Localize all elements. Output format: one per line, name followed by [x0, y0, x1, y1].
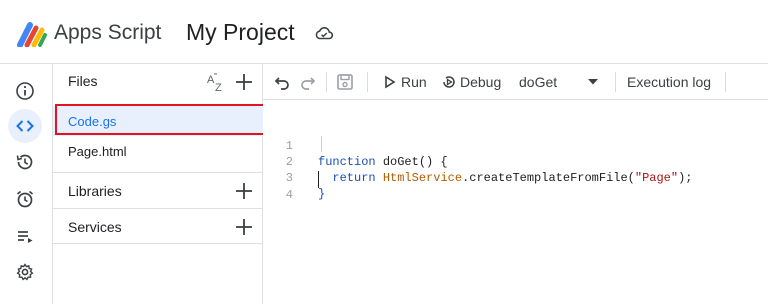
- overview-button[interactable]: [8, 74, 42, 108]
- history-icon: [16, 154, 33, 170]
- save-button[interactable]: [335, 64, 355, 100]
- files-title: Files: [68, 73, 98, 89]
- add-library-icon[interactable]: [234, 181, 254, 201]
- code-icon: [16, 120, 34, 132]
- left-nav-rail: [0, 64, 53, 304]
- dropdown-arrow-icon: [588, 79, 598, 85]
- function-select-value: doGet: [519, 74, 558, 90]
- toolbar-divider: [615, 72, 616, 92]
- code-line-1: 1 function doGet() {: [263, 122, 768, 169]
- editor-button[interactable]: [8, 109, 42, 143]
- line-number: 4: [285, 188, 293, 202]
- execution-log-label: Execution log: [627, 74, 712, 90]
- debug-icon: [443, 76, 455, 88]
- code-editor[interactable]: 1 function doGet() { 2 return HtmlServic…: [263, 100, 768, 304]
- redo-button[interactable]: [299, 64, 317, 100]
- debug-button[interactable]: Debug: [441, 64, 501, 100]
- function-select[interactable]: doGet: [519, 64, 605, 100]
- run-label: Run: [401, 74, 427, 90]
- undo-button[interactable]: [273, 64, 291, 100]
- code-text: }: [318, 187, 326, 201]
- apps-script-logo-icon[interactable]: [16, 21, 48, 47]
- toolbar-divider: [725, 72, 726, 92]
- cloud-saved-icon: [315, 26, 334, 40]
- svg-text:Z: Z: [215, 82, 222, 94]
- files-header: Files A Z: [53, 64, 263, 100]
- svg-text:A: A: [207, 74, 215, 86]
- project-title[interactable]: My Project: [186, 19, 295, 46]
- highlight-annotation: [55, 104, 267, 135]
- info-icon: [16, 82, 34, 100]
- add-file-icon[interactable]: [234, 72, 254, 92]
- undo-icon: [274, 77, 289, 90]
- redo-icon: [301, 77, 316, 90]
- code-line-4: 4: [263, 171, 768, 202]
- app-name[interactable]: Apps Script: [54, 21, 161, 45]
- code-line-3: 3 }: [263, 154, 768, 201]
- run-button[interactable]: Run: [383, 64, 427, 100]
- code-line-2: 2 return HtmlService.createTemplateFromF…: [263, 138, 768, 185]
- save-icon: [337, 74, 353, 90]
- text-cursor: [318, 171, 319, 188]
- play-icon: [385, 75, 396, 89]
- playlist-icon: [18, 231, 33, 243]
- triggers-button[interactable]: [8, 182, 42, 216]
- settings-button[interactable]: [8, 255, 42, 289]
- libraries-row: Libraries: [53, 172, 263, 208]
- sort-az-icon[interactable]: A Z: [205, 70, 227, 94]
- gear-icon: [16, 263, 34, 281]
- app-header: Apps Script My Project: [0, 0, 768, 64]
- history-button[interactable]: [8, 145, 42, 179]
- alarm-icon: [16, 190, 34, 208]
- executions-button[interactable]: [8, 219, 42, 253]
- files-panel: Files A Z Code.gs Page.html Libraries Se…: [53, 64, 263, 304]
- services-row: Services: [53, 208, 263, 244]
- toolbar-divider: [367, 72, 368, 92]
- services-label: Services: [68, 219, 122, 235]
- libraries-label: Libraries: [68, 183, 122, 199]
- add-service-icon[interactable]: [234, 217, 254, 237]
- editor-toolbar: Run Debug doGet Execution log: [263, 64, 768, 100]
- toolbar-divider: [326, 72, 327, 92]
- debug-label: Debug: [460, 74, 502, 90]
- file-name: Page.html: [68, 144, 127, 159]
- execution-log-button[interactable]: Execution log: [627, 64, 711, 100]
- file-item-page-html[interactable]: Page.html: [53, 136, 263, 166]
